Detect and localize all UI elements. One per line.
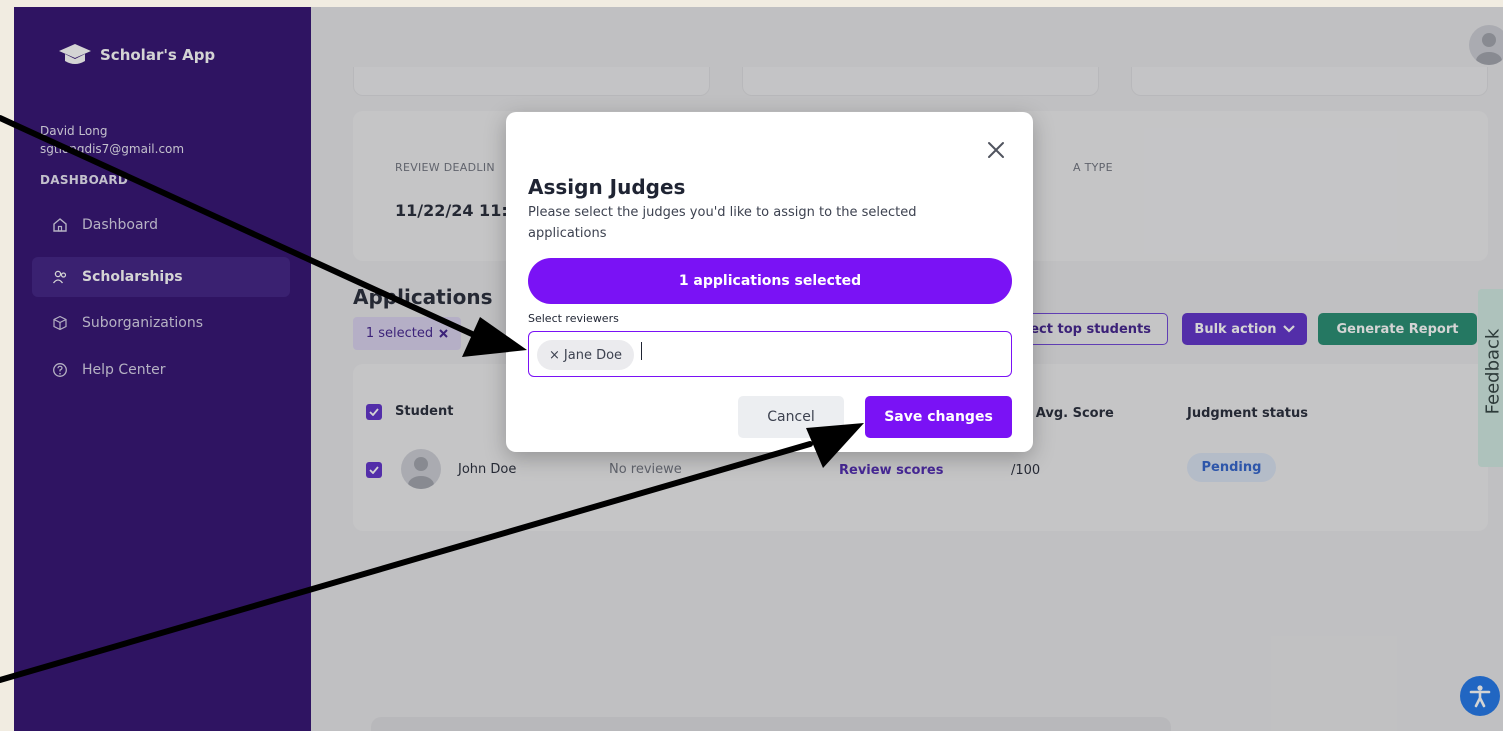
assign-judges-modal: Assign Judges Please select the judges y… <box>506 112 1033 452</box>
cancel-button[interactable]: Cancel <box>738 396 844 438</box>
applications-selected-banner: 1 applications selected <box>528 258 1012 304</box>
close-icon[interactable] <box>984 138 1008 162</box>
modal-description: Please select the judges you'd like to a… <box>528 205 917 241</box>
reviewer-tag: × Jane Doe <box>537 340 635 370</box>
reviewer-tag-label: Jane Doe <box>563 347 623 363</box>
select-reviewers-label: Select reviewers <box>528 312 619 325</box>
modal-title: Assign Judges <box>528 175 686 199</box>
save-changes-button[interactable]: Save changes <box>865 396 1012 438</box>
tag-remove-icon[interactable]: × <box>549 348 560 363</box>
reviewers-input[interactable]: × Jane Doe <box>528 331 1012 377</box>
app-window: Scholar's App David Long sgtlongdis7@gma… <box>14 7 1503 731</box>
text-caret <box>641 342 642 360</box>
